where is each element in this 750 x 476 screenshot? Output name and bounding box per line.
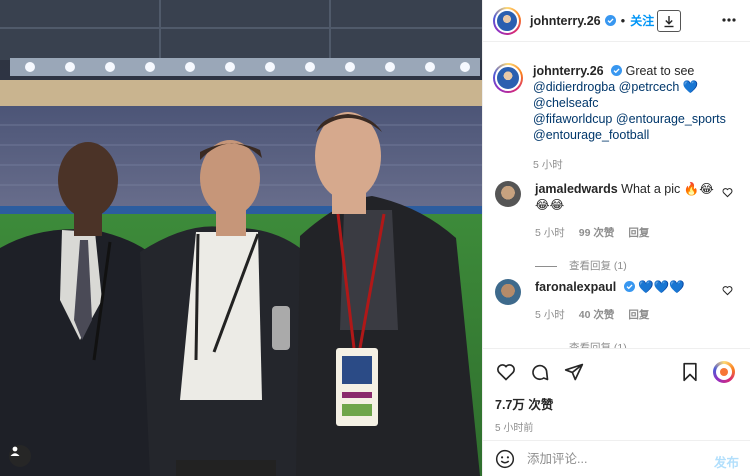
commenter-username[interactable]: jamaledwards <box>535 182 618 196</box>
download-button[interactable] <box>657 10 681 32</box>
comment-icon <box>532 364 549 381</box>
stadium-photo-illustration <box>0 0 482 476</box>
mention-link[interactable]: @chelseafc <box>533 96 599 110</box>
comment-time: 5 小时 <box>535 227 565 239</box>
view-replies-label: 查看回复 (1) <box>569 342 627 348</box>
share-icon <box>564 363 584 381</box>
mention-link[interactable]: @didierdrogba <box>533 80 615 94</box>
comments-list[interactable]: johnterry.26 Great to see @didierdrogba … <box>483 43 750 348</box>
like-button[interactable] <box>495 361 517 383</box>
more-options-icon[interactable] <box>721 12 737 28</box>
author-username[interactable]: johnterry.26 <box>530 14 601 28</box>
view-replies-button[interactable]: 查看回复 (1) <box>535 258 725 274</box>
heart-icon <box>497 364 515 381</box>
remix-icon <box>716 364 732 380</box>
comment-time: 5 小时 <box>535 309 565 321</box>
comment-emoji: 💙💙💙 <box>638 280 685 294</box>
caption-time: 5 小时 <box>533 159 563 171</box>
separator-dot: • <box>620 13 626 28</box>
view-replies-label: 查看回复 (1) <box>569 260 627 272</box>
reels-remix-button[interactable] <box>713 361 735 383</box>
commenter-avatar[interactable] <box>495 279 521 305</box>
share-button[interactable] <box>563 361 585 383</box>
view-replies-button[interactable]: 查看回复 (1) <box>535 340 725 348</box>
comment-like-count[interactable]: 99 次赞 <box>579 225 615 241</box>
instagram-post-view: johnterry.26 • 关注 johnterry.26 Great to … <box>0 0 750 476</box>
user-tag-icon <box>10 446 20 456</box>
comment-item: faronalexpaul 💙💙💙 5 小时 40 次赞 回复 查看回复 (1) <box>495 279 741 348</box>
replies-divider <box>535 265 557 267</box>
add-comment-bar: 发布 <box>483 440 750 476</box>
emoji-icon[interactable] <box>495 449 515 469</box>
save-button[interactable] <box>679 361 701 383</box>
caption-author-avatar[interactable] <box>493 63 523 93</box>
comment-like-heart-icon[interactable] <box>722 187 733 198</box>
verified-badge-icon <box>611 65 623 76</box>
caption-text: Great to see <box>625 64 695 78</box>
download-icon <box>664 15 674 27</box>
reply-button[interactable]: 回复 <box>628 225 649 241</box>
caption-username[interactable]: johnterry.26 <box>533 64 604 78</box>
post-side-panel: johnterry.26 • 关注 johnterry.26 Great to … <box>482 0 750 476</box>
reply-button[interactable]: 回复 <box>628 307 649 323</box>
comment-item: jamaledwards What a pic 🔥😂😂😂 5 小时 99 次赞 … <box>495 181 741 274</box>
bookmark-icon <box>683 362 697 382</box>
verified-badge-icon <box>623 281 635 292</box>
mention-link[interactable]: @entourage_football <box>533 128 649 142</box>
mention-link[interactable]: @entourage_sports <box>616 112 726 126</box>
mention-link[interactable]: @fifaworldcup <box>533 112 612 126</box>
post-stats: 7.7万 次赞 5 小时前 <box>495 394 553 434</box>
post-timestamp: 5 小时前 <box>495 423 534 434</box>
post-header: johnterry.26 • 关注 <box>483 0 750 42</box>
comment-button[interactable] <box>529 361 551 383</box>
like-count[interactable]: 7.7万 次赞 <box>495 394 553 413</box>
mention-link[interactable]: @petrcech <box>619 80 680 94</box>
post-photo[interactable] <box>0 0 482 476</box>
user-tag-button[interactable] <box>9 445 31 467</box>
heart-emoji: 💙 <box>682 80 699 94</box>
commenter-username[interactable]: faronalexpaul <box>535 280 616 294</box>
post-caption: johnterry.26 Great to see @didierdrogba … <box>493 63 741 173</box>
post-comment-button[interactable]: 发布 <box>714 452 739 471</box>
commenter-avatar[interactable] <box>495 181 521 207</box>
post-action-bar <box>483 348 750 388</box>
verified-badge-icon <box>604 15 616 26</box>
author-avatar[interactable] <box>493 6 521 35</box>
follow-button[interactable]: 关注 <box>630 12 654 29</box>
add-comment-input[interactable] <box>527 451 697 466</box>
comment-like-count[interactable]: 40 次赞 <box>579 307 615 323</box>
comment-like-heart-icon[interactable] <box>722 285 733 296</box>
comment-text: What a pic <box>621 182 681 196</box>
